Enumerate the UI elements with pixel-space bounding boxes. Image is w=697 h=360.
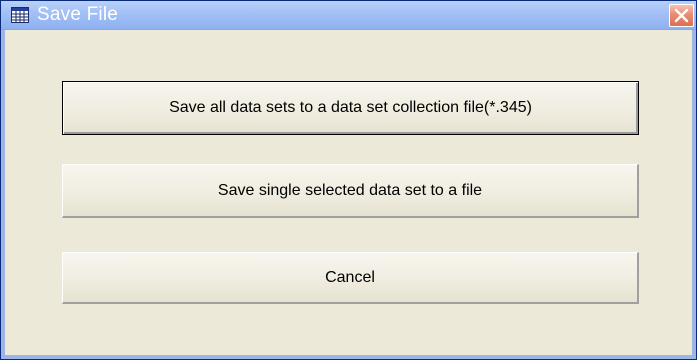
- save-all-data-sets-label: Save all data sets to a data set collect…: [169, 99, 532, 116]
- window-frame-bottom: [1, 355, 696, 359]
- window-frame-left: [1, 30, 5, 359]
- close-icon: [674, 8, 689, 23]
- save-single-data-set-label: Save single selected data set to a file: [217, 182, 483, 199]
- window-title: Save File: [37, 4, 119, 25]
- cancel-button[interactable]: Cancel: [62, 252, 639, 304]
- cancel-label: Cancel: [325, 269, 375, 286]
- table-icon: [11, 7, 29, 23]
- save-single-data-set-button[interactable]: Save single selected data set to a file: [62, 164, 639, 218]
- window-frame-right: [692, 30, 696, 359]
- save-file-dialog: Save File Save all data sets to a data s…: [0, 0, 697, 360]
- close-button[interactable]: [669, 4, 694, 27]
- title-bar[interactable]: Save File: [1, 1, 696, 30]
- save-all-data-sets-button[interactable]: Save all data sets to a data set collect…: [62, 81, 639, 135]
